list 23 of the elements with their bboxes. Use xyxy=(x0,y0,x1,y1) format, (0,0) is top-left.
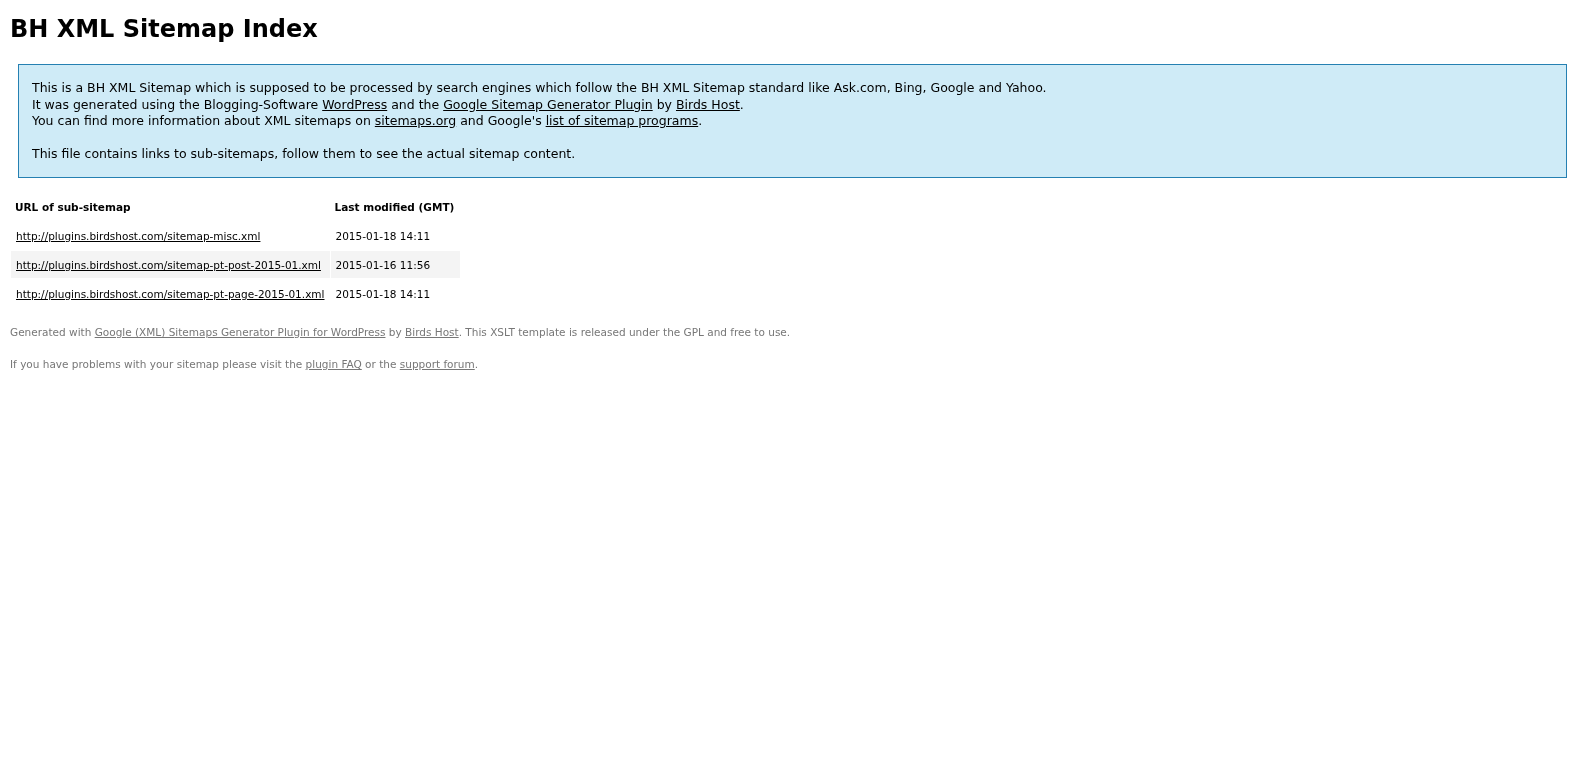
sitemap-link[interactable]: http://plugins.birdshost.com/sitemap-pt-page-2015-01.xml xyxy=(16,287,325,300)
intro-link[interactable]: sitemaps.org xyxy=(374,113,457,128)
sitemap-link[interactable]: http://plugins.birdshost.com/sitemap-pt-post-2015-01.xml xyxy=(16,258,321,271)
intro-sentence: It was generated using the Blogging-Software WordPress and the Google Sitemap Generator Plugin by Birds Host. xyxy=(32,96,745,113)
page-title: BH XML Sitemap Index xyxy=(10,14,319,44)
date-cell: 2015-01-18 14:11 xyxy=(329,222,461,249)
sitemap-link[interactable]: http://plugins.birdshost.com/sitemap-misc.xml xyxy=(16,229,261,242)
intro-sentence: You can find more information about XML sitemaps on sitemaps.org and Google's list of sitemap programs. xyxy=(32,113,704,130)
intro-link[interactable]: Google Sitemap Generator Plugin xyxy=(443,96,653,112)
footer-link[interactable]: support forum xyxy=(399,358,475,370)
date-cell: 2015-01-16 11:56 xyxy=(329,251,461,278)
footer-text: If you have problems with your sitemap please visit the plugin FAQ or the support forum. xyxy=(10,358,480,370)
intro-note: This file contains links to sub-sitemaps, follow them to see the actual sitemap content. xyxy=(32,145,577,162)
footer-link[interactable]: Birds Host xyxy=(405,326,459,338)
footer-link[interactable]: plugin FAQ xyxy=(305,358,362,370)
column-header: URL of sub-sitemap xyxy=(14,200,132,215)
footer-text: Generated with Google (XML) Sitemaps Generator Plugin for WordPress by Birds Host. This XSLT template is released under the GPL and free to use. xyxy=(10,326,792,338)
footer-link[interactable]: Google (XML) Sitemaps Generator Plugin for WordPress xyxy=(94,326,386,338)
intro-link[interactable]: WordPress xyxy=(322,96,388,112)
date-cell: 2015-01-18 14:11 xyxy=(329,280,461,307)
intro-sentence: This is a BH XML Sitemap which is supposed to be processed by search engines which follow the BH XML Sitemap standard like Ask.com, Bing, Google and Yahoo. xyxy=(32,80,1048,97)
intro-link[interactable]: Birds Host xyxy=(675,96,740,112)
column-header: Last modified (GMT) xyxy=(333,200,456,215)
